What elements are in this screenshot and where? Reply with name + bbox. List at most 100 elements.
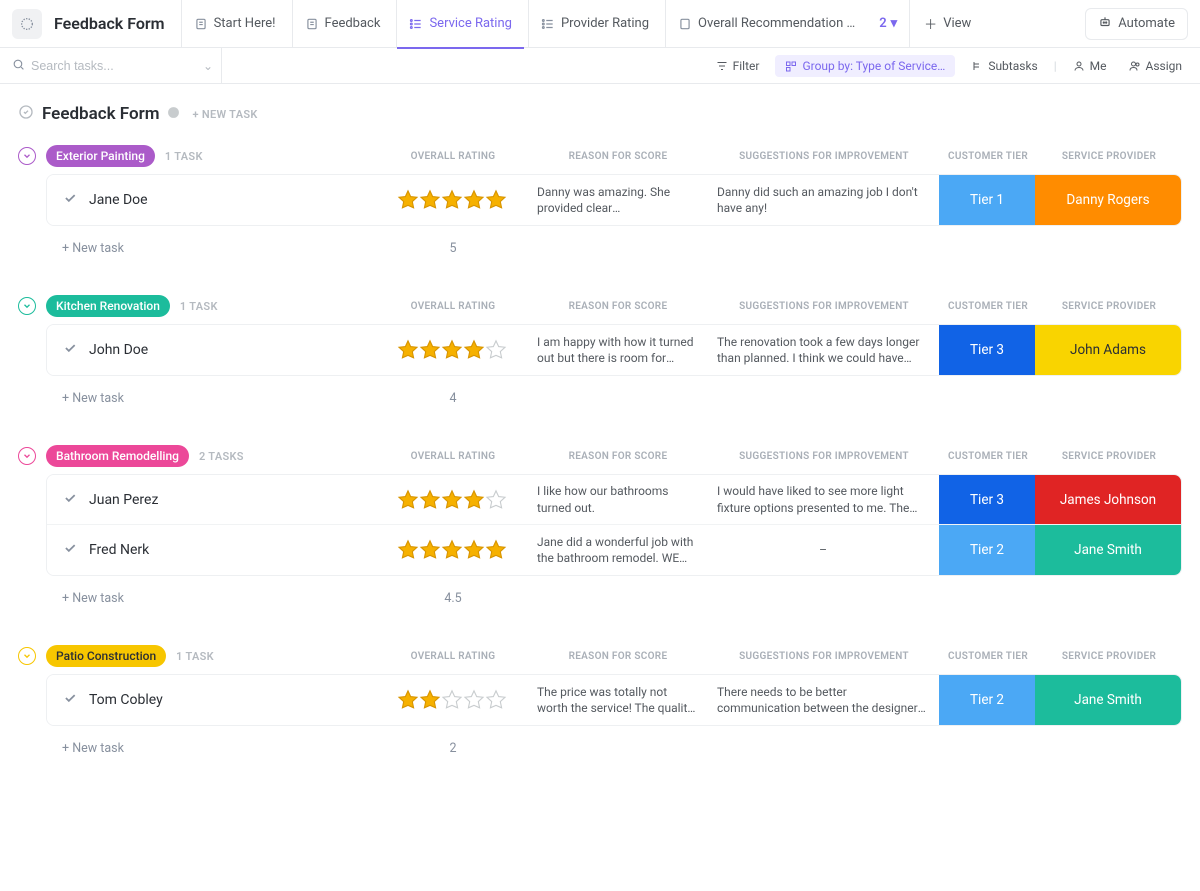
list-toolbar: ⌄ Filter Group by: Type of Service… Subt… [0, 48, 1200, 84]
task-name-cell[interactable]: Fred Nerk [47, 525, 377, 575]
star-filled-icon [397, 689, 419, 711]
chevron-down-icon: ▾ [891, 16, 898, 31]
collapse-toggle[interactable] [18, 647, 36, 665]
search-wrap: ⌄ [12, 48, 222, 83]
rating-cell[interactable] [377, 475, 527, 524]
task-group: Patio Construction 1 TASK OVERALL RATING… [18, 642, 1182, 764]
col-header-provider[interactable]: SERVICE PROVIDER [1036, 301, 1182, 312]
col-header-tier[interactable]: CUSTOMER TIER [940, 651, 1036, 662]
col-header-reason[interactable]: REASON FOR SCORE [528, 151, 708, 162]
collapse-toggle[interactable] [18, 147, 36, 165]
group-badge[interactable]: Bathroom Remodelling [46, 445, 189, 467]
collapse-toggle[interactable] [18, 447, 36, 465]
filter-button[interactable]: Filter [710, 55, 766, 77]
col-header-reason[interactable]: REASON FOR SCORE [528, 651, 708, 662]
provider-cell[interactable]: Danny Rogers [1035, 175, 1181, 225]
tab-provider-rating[interactable]: Provider Rating [528, 0, 661, 48]
col-header-provider[interactable]: SERVICE PROVIDER [1036, 651, 1182, 662]
automate-button[interactable]: Automate [1085, 8, 1188, 40]
suggestions-cell[interactable]: Danny did such an amazing job I don't ha… [707, 175, 939, 225]
rating-cell[interactable] [377, 525, 527, 575]
group-badge[interactable]: Kitchen Renovation [46, 295, 170, 317]
suggestions-cell[interactable]: I would have liked to see more light fix… [707, 475, 939, 524]
check-icon[interactable] [63, 691, 77, 709]
task-name-cell[interactable]: Juan Perez [47, 475, 377, 524]
task-row[interactable]: Tom Cobley The price was totally not wor… [47, 675, 1181, 725]
tier-cell[interactable]: Tier 1 [939, 175, 1035, 225]
col-header-provider[interactable]: SERVICE PROVIDER [1036, 451, 1182, 462]
rating-cell[interactable] [377, 175, 527, 225]
check-icon[interactable] [63, 191, 77, 209]
group-badge[interactable]: Patio Construction [46, 645, 166, 667]
subtasks-button[interactable]: Subtasks [965, 55, 1043, 77]
provider-cell[interactable]: Jane Smith [1035, 675, 1181, 725]
provider-cell[interactable]: Jane Smith [1035, 525, 1181, 575]
chevron-down-icon[interactable]: ⌄ [203, 59, 221, 73]
col-header-tier[interactable]: CUSTOMER TIER [940, 301, 1036, 312]
col-header-rating[interactable]: OVERALL RATING [378, 451, 528, 462]
tab-feedback[interactable]: Feedback [292, 0, 393, 48]
task-row[interactable]: John Doe I am happy with how it turned o… [47, 325, 1181, 375]
add-view-button[interactable]: ＋ View [909, 0, 985, 48]
tier-cell[interactable]: Tier 3 [939, 475, 1035, 524]
task-name-cell[interactable]: John Doe [47, 325, 377, 375]
task-name: Tom Cobley [89, 692, 163, 708]
suggestions-cell[interactable]: – [707, 525, 939, 575]
new-task-row-button[interactable]: + New task [46, 741, 378, 756]
tab-overall-recommendation[interactable]: Overall Recommendation … [665, 0, 867, 48]
group-badge[interactable]: Exterior Painting [46, 145, 155, 167]
group-by-button[interactable]: Group by: Type of Service… [775, 55, 955, 77]
settings-square-icon[interactable] [12, 9, 42, 39]
collapse-toggle[interactable] [18, 297, 36, 315]
rating-cell[interactable] [377, 325, 527, 375]
col-header-suggestions[interactable]: SUGGESTIONS FOR IMPROVEMENT [708, 651, 940, 662]
tier-cell[interactable]: Tier 2 [939, 525, 1035, 575]
reason-cell[interactable]: I like how our bathrooms turned out. [527, 475, 707, 524]
task-row[interactable]: Juan Perez I like how our bathrooms turn… [47, 475, 1181, 525]
col-header-tier[interactable]: CUSTOMER TIER [940, 451, 1036, 462]
more-tabs-count[interactable]: 2 ▾ [871, 16, 905, 31]
col-header-provider[interactable]: SERVICE PROVIDER [1036, 151, 1182, 162]
new-task-row-button[interactable]: + New task [46, 241, 378, 256]
suggestions-cell[interactable]: The renovation took a few days longer th… [707, 325, 939, 375]
new-task-header-button[interactable]: + NEW TASK [192, 108, 257, 121]
assign-button[interactable]: Assign [1123, 55, 1189, 77]
me-button[interactable]: Me [1067, 55, 1113, 77]
new-task-row-button[interactable]: + New task [46, 591, 378, 606]
col-header-suggestions[interactable]: SUGGESTIONS FOR IMPROVEMENT [708, 301, 940, 312]
col-header-rating[interactable]: OVERALL RATING [378, 151, 528, 162]
reason-cell[interactable]: Danny was amazing. She provided clear co… [527, 175, 707, 225]
col-header-reason[interactable]: REASON FOR SCORE [528, 301, 708, 312]
task-name-cell[interactable]: Jane Doe [47, 175, 377, 225]
suggestions-cell[interactable]: There needs to be better communication b… [707, 675, 939, 725]
col-header-rating[interactable]: OVERALL RATING [378, 651, 528, 662]
rating-cell[interactable] [377, 675, 527, 725]
reason-cell[interactable]: Jane did a wonderful job with the bathro… [527, 525, 707, 575]
task-row[interactable]: Fred Nerk Jane did a wonderful job with … [47, 525, 1181, 575]
check-icon[interactable] [63, 341, 77, 359]
info-icon[interactable] [167, 106, 180, 123]
star-empty-icon [485, 489, 507, 511]
col-header-tier[interactable]: CUSTOMER TIER [940, 151, 1036, 162]
col-header-rating[interactable]: OVERALL RATING [378, 301, 528, 312]
task-row[interactable]: Jane Doe Danny was amazing. She provided… [47, 175, 1181, 225]
col-header-reason[interactable]: REASON FOR SCORE [528, 451, 708, 462]
reason-cell[interactable]: The price was totally not worth the serv… [527, 675, 707, 725]
reason-cell[interactable]: I am happy with how it turned out but th… [527, 325, 707, 375]
provider-cell[interactable]: John Adams [1035, 325, 1181, 375]
search-input[interactable] [31, 59, 197, 73]
tier-cell[interactable]: Tier 2 [939, 675, 1035, 725]
tab-start-here[interactable]: Start Here! [181, 0, 288, 48]
tab-service-rating[interactable]: Service Rating [396, 0, 524, 48]
check-icon[interactable] [63, 541, 77, 559]
new-task-row-button[interactable]: + New task [46, 391, 378, 406]
provider-cell[interactable]: James Johnson [1035, 475, 1181, 524]
col-header-suggestions[interactable]: SUGGESTIONS FOR IMPROVEMENT [708, 151, 940, 162]
tier-cell[interactable]: Tier 3 [939, 325, 1035, 375]
status-circle-icon[interactable] [18, 104, 34, 124]
task-name-cell[interactable]: Tom Cobley [47, 675, 377, 725]
group-header: Kitchen Renovation 1 TASK OVERALL RATING… [18, 292, 1182, 320]
check-icon[interactable] [63, 491, 77, 509]
col-header-suggestions[interactable]: SUGGESTIONS FOR IMPROVEMENT [708, 451, 940, 462]
star-empty-icon [485, 339, 507, 361]
